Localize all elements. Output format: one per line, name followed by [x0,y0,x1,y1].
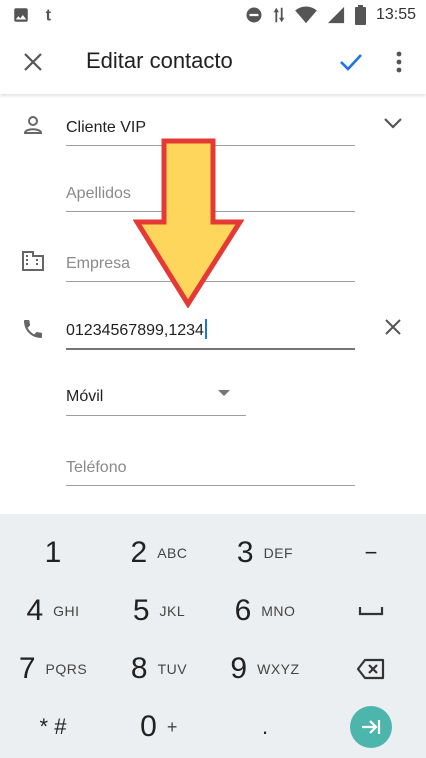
key-period[interactable]: . [212,698,318,756]
name-value: Cliente VIP [66,119,147,136]
signal-icon [327,6,345,24]
key-sub-label: DEF [263,545,294,561]
space-icon [358,607,384,616]
data-arrows-icon [273,6,285,24]
close-icon [385,319,401,335]
key-sub-label: + [166,716,178,737]
save-button[interactable] [334,45,368,79]
key-3[interactable]: 3 DEF [212,524,318,582]
key-backspace[interactable] [318,640,424,698]
numeric-keyboard: 1 2 ABC 3 DEF − 4 GHI 5 JKL 6 MNO 7 PQRS 8 TUV 9 WXYZ * # 0… [0,514,426,758]
clear-phone-button[interactable] [378,312,408,342]
annotation-arrow-icon [132,138,245,313]
company-placeholder: Empresa [66,255,131,272]
check-icon [340,54,362,71]
tumblr-icon: t [44,6,58,24]
backspace-icon [356,658,385,680]
business-icon [20,248,46,274]
key-next[interactable] [318,698,424,756]
key-sub-label: ABC [157,545,188,561]
close-icon [24,53,42,71]
dropdown-arrow-icon [218,390,230,396]
key-5[interactable]: 5 JKL [106,582,212,640]
svg-text:t: t [46,6,52,24]
phone-field[interactable]: 01234567899,1234 [66,310,355,350]
phone-value: 01234567899,1234 [66,319,207,340]
close-button[interactable] [16,45,50,79]
key-label: . [261,714,269,739]
key-label: 1 [44,536,62,569]
more-vert-icon [396,51,402,73]
key-minus[interactable]: − [318,524,424,582]
key-label: 3 [236,536,254,569]
status-time: 13:55 [375,6,416,23]
key-sub-label: MNO [261,603,296,619]
wifi-icon [295,6,317,24]
new-phone-field[interactable]: Teléfono [66,446,355,486]
key-sub-label: WXYZ [257,661,300,677]
key-8[interactable]: 8 TUV [106,640,212,698]
key-label: 7 [18,652,36,685]
key-9[interactable]: 9 WXYZ [212,640,318,698]
key-sub-label: TUV [157,661,188,677]
key-sub-label: GHI [53,603,80,619]
key-sub-label: PQRS [45,661,88,677]
key-7[interactable]: 7 PQRS [0,640,106,698]
text-cursor [204,319,207,339]
last-name-placeholder: Apellidos [66,185,131,202]
key-sub-label: JKL [159,603,186,619]
chevron-down-icon [384,118,402,129]
key-4[interactable]: 4 GHI [0,582,106,640]
key-label: − [364,540,378,565]
key-label: * # [39,714,67,739]
key-label: 0 [140,710,157,743]
new-phone-placeholder: Teléfono [66,459,127,476]
key-label: 6 [234,594,252,627]
do-not-disturb-icon [245,6,263,24]
phone-type-select[interactable]: Móvil [66,376,246,416]
phone-icon [20,316,46,342]
tab-arrow-icon [362,720,381,734]
key-6[interactable]: 6 MNO [212,582,318,640]
battery-icon [354,5,366,25]
key-1[interactable]: 1 [0,524,106,582]
key-label: 4 [26,594,44,627]
key-label: 2 [130,536,148,569]
phone-type-value: Móvil [66,388,104,405]
page-title: Editar contacto [86,48,233,73]
status-bar: t 13:55 [0,0,426,30]
key-label: 8 [130,652,148,685]
key-star-hash[interactable]: * # [0,698,106,756]
more-options-button[interactable] [384,45,414,79]
image-icon [12,6,30,24]
next-field-button[interactable] [350,706,392,748]
key-space[interactable] [318,582,424,640]
key-label: 5 [132,594,150,627]
expand-name-button[interactable] [378,108,408,138]
key-2[interactable]: 2 ABC [106,524,212,582]
app-bar: Editar contacto [0,30,426,94]
key-label: 9 [230,652,248,685]
key-0[interactable]: 0 + [106,698,212,756]
person-icon [20,112,46,138]
